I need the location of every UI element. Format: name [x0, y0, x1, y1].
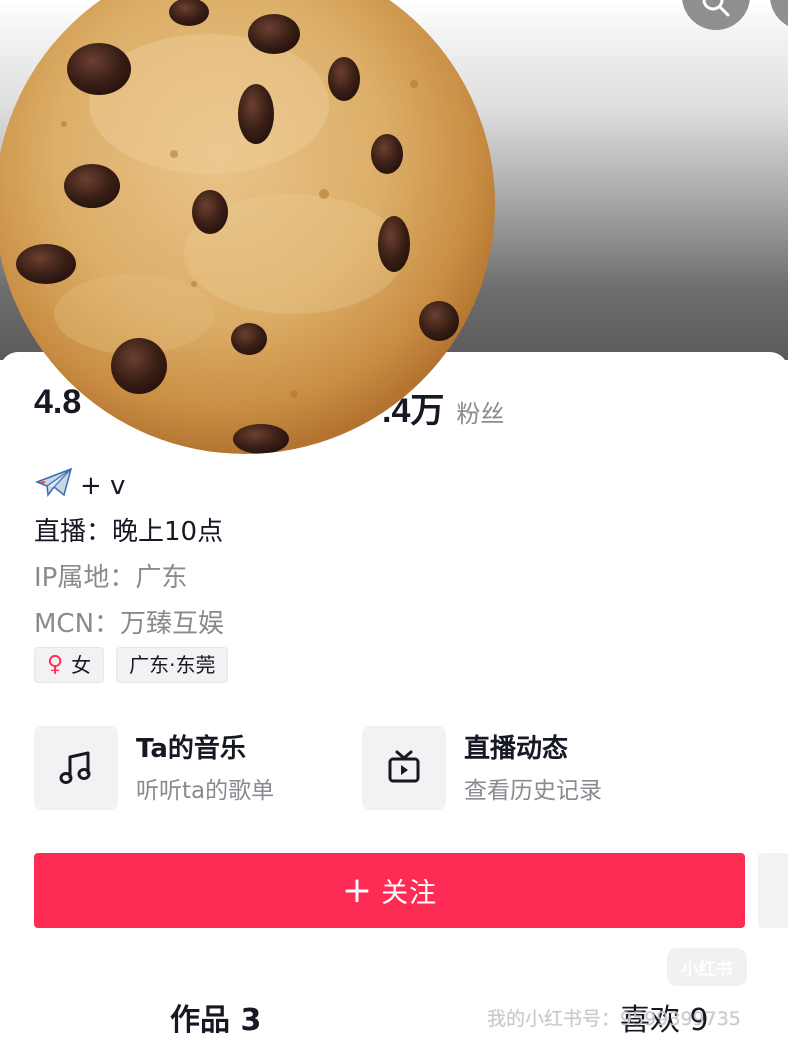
music-entry-title: Ta的音乐 [136, 734, 246, 764]
location-tag-label: 广东·东莞 [129, 653, 216, 677]
music-entry-subtitle: 听听ta的歌单 [136, 778, 275, 804]
profile-card [0, 352, 788, 1051]
bio-line-live-time: 直播：晚上10点 [34, 517, 224, 547]
fans-label: 粉丝 [456, 400, 505, 428]
search-icon [702, 0, 730, 17]
likes-stat[interactable]: 4.8 [34, 383, 81, 422]
music-note-icon [59, 751, 91, 784]
tab-works[interactable]: 作品 3 [170, 995, 261, 1039]
live-entry-title: 直播动态 [464, 734, 569, 764]
xiaohongshu-watermark-logo: 小红书 [667, 948, 747, 986]
bio-line-contact-text: + v [80, 471, 126, 501]
airplane-icon [34, 467, 73, 497]
music-entry[interactable]: Ta的音乐 听听ta的歌单 [34, 726, 274, 810]
gender-tag: ♀ 女 [34, 647, 105, 683]
bio: + v 直播：晚上10点 IP属地：广东 MCN：万臻互娱 [34, 463, 224, 647]
mcn-info: MCN：万臻互娱 [34, 609, 225, 639]
watermark-account-id: 我的小红书号：9599399735 [487, 1008, 741, 1030]
follow-button-label: 关注 [381, 878, 438, 909]
female-icon: ♀ [47, 652, 64, 677]
profile-page: 4.8 .4万 粉丝 + v 直播：晚上10点 IP属地：广东 MCN：万臻互娱… [0, 0, 788, 1051]
live-entry-subtitle: 查看历史记录 [464, 778, 602, 804]
secondary-action-button[interactable] [758, 853, 788, 928]
live-icon-box [362, 726, 446, 810]
music-icon-box [34, 726, 118, 810]
ip-location: IP属地：广东 [34, 563, 188, 593]
gender-tag-label: 女 [71, 653, 92, 677]
likes-count: 4.8 [34, 383, 82, 421]
follow-button[interactable]: + 关注 [34, 853, 745, 928]
profile-tags: ♀ 女 广东·东莞 [34, 647, 229, 683]
bio-line-contact: + v [34, 463, 224, 509]
location-tag: 广东·东莞 [116, 647, 229, 683]
plus-icon: + [341, 869, 374, 911]
live-history-entry[interactable]: 直播动态 查看历史记录 [362, 726, 602, 810]
tv-icon [388, 750, 420, 783]
